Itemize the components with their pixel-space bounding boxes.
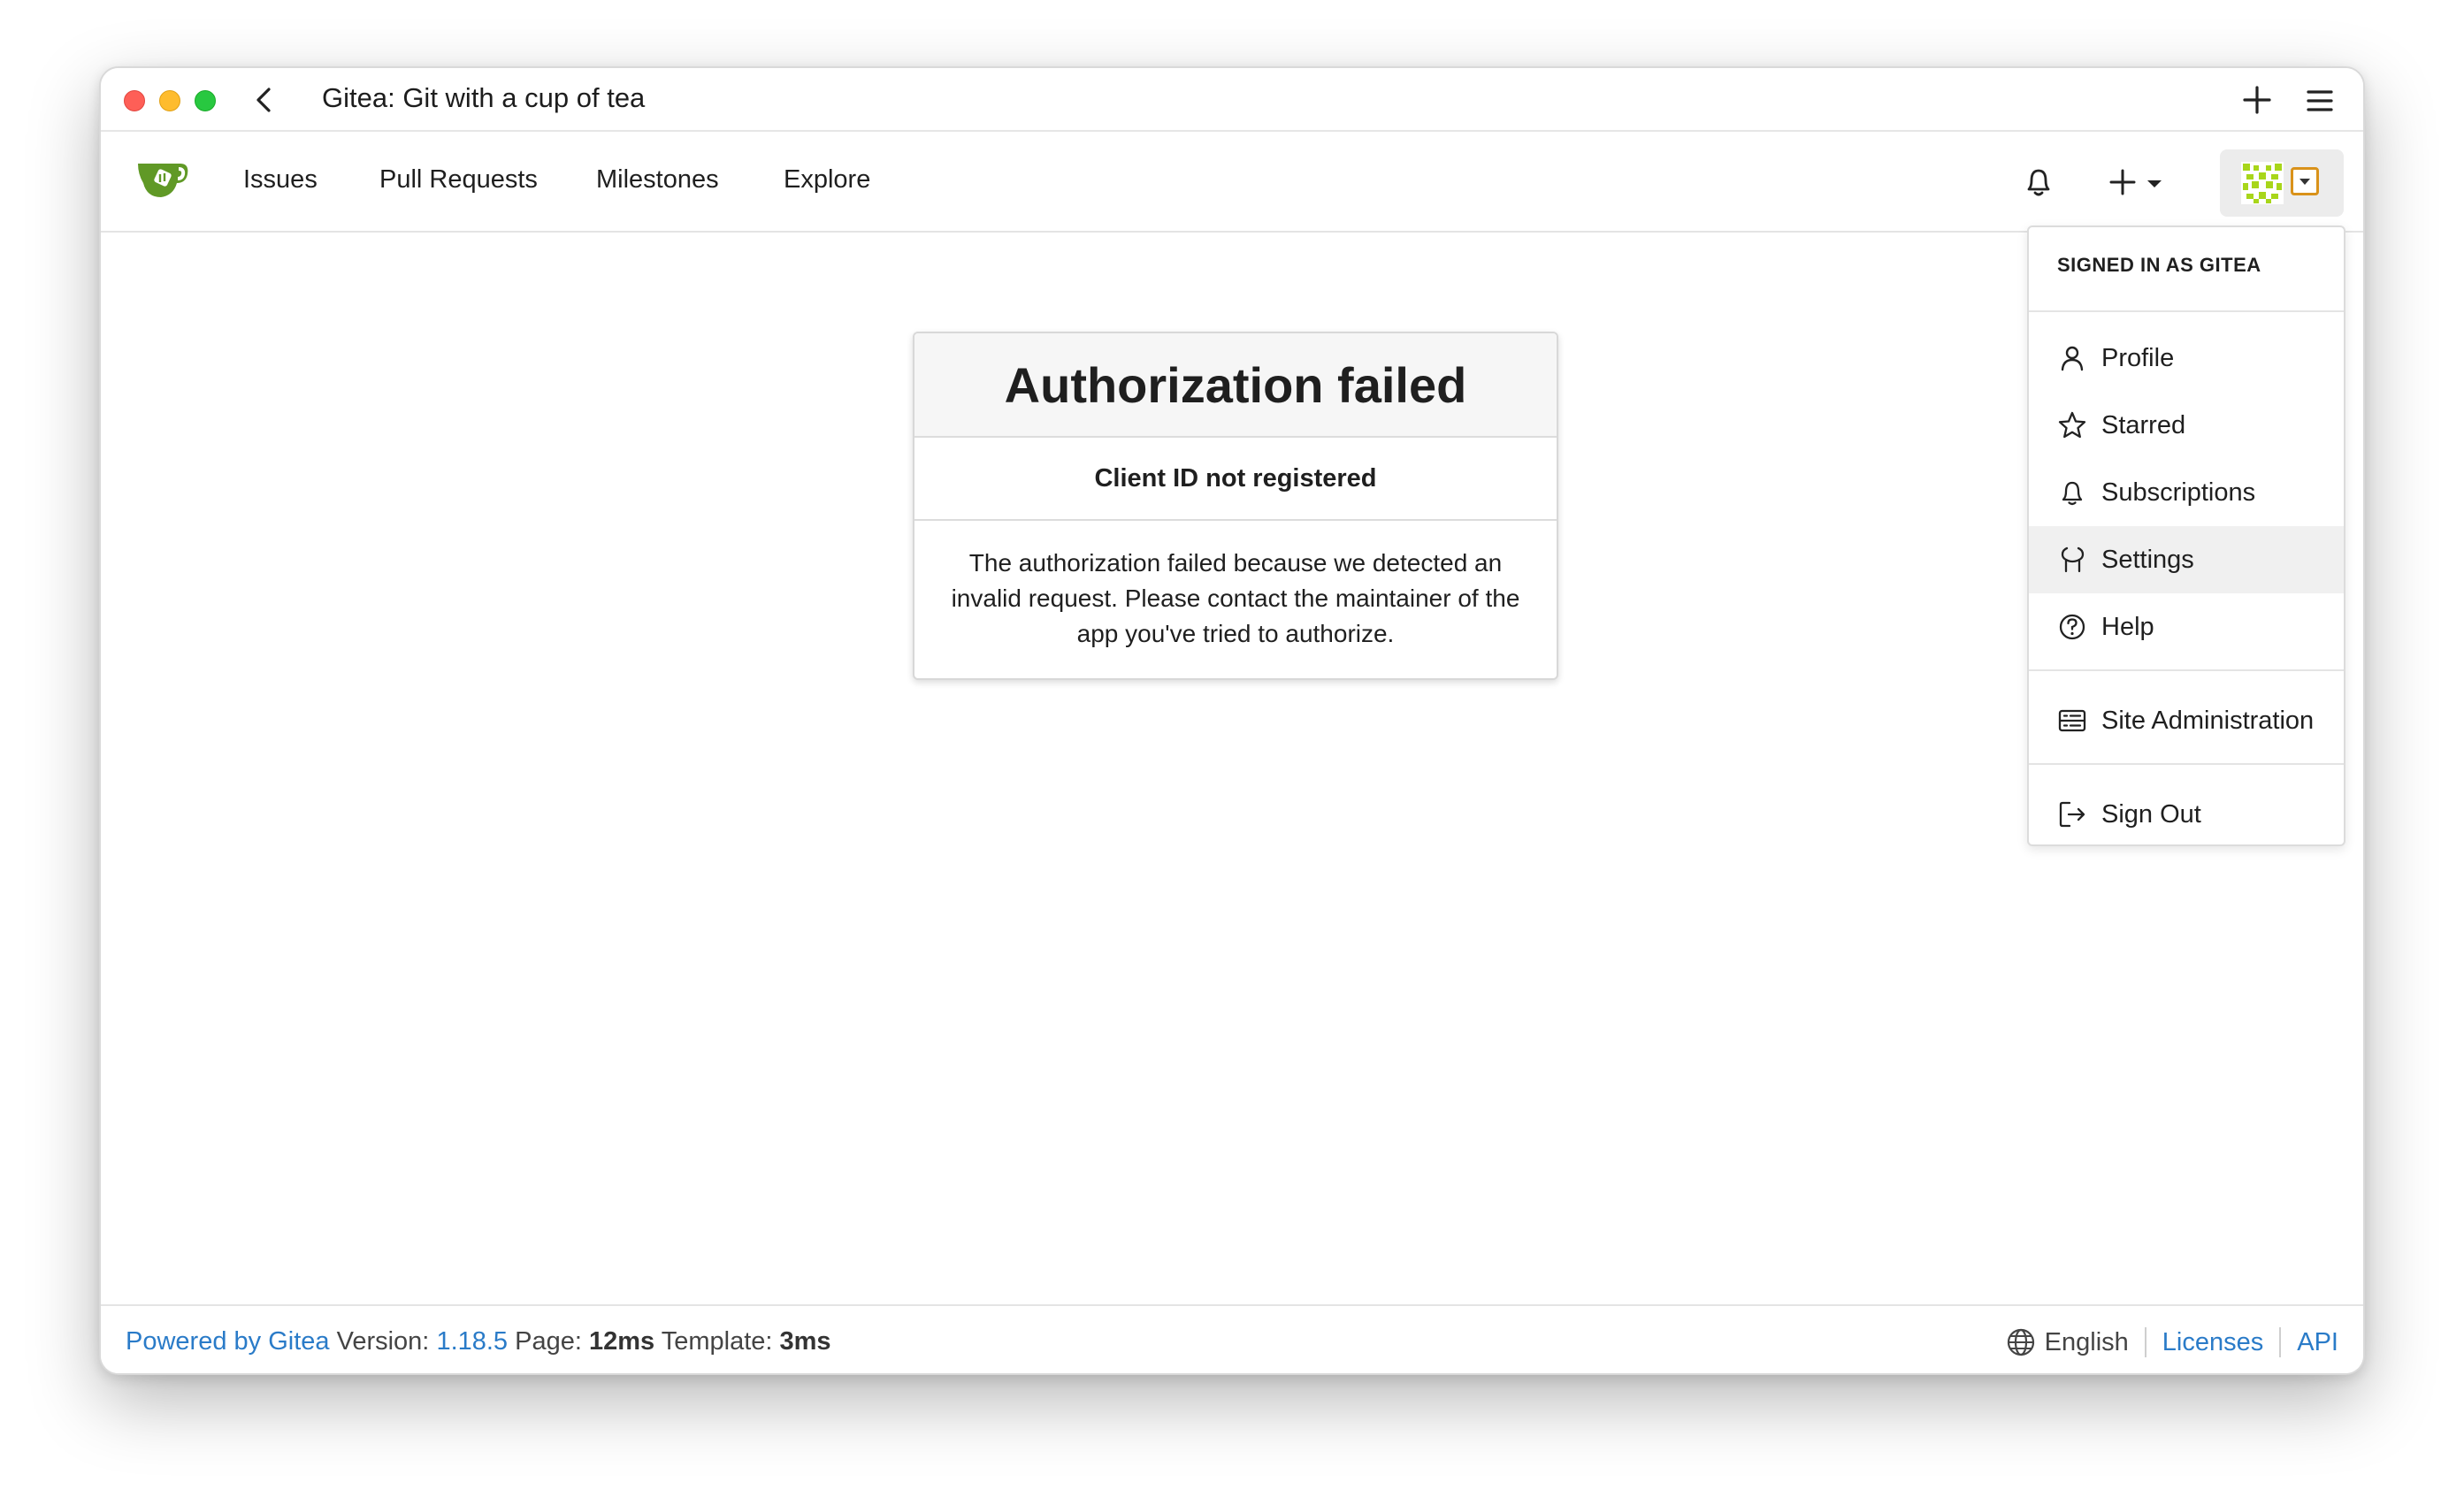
nav-issues[interactable]: Issues — [243, 165, 318, 195]
hamburger-menu-icon[interactable] — [2303, 84, 2337, 118]
menu-divider — [2029, 763, 2344, 765]
user-dropdown-menu: SIGNED IN AS GITEA Profile Starred Subsc… — [2027, 225, 2345, 846]
close-window-button[interactable] — [124, 90, 145, 111]
person-icon — [2061, 346, 2084, 371]
page-label: Page: — [515, 1327, 582, 1356]
menu-item-label: Sign Out — [2101, 799, 2201, 829]
notifications-bell-icon[interactable] — [2020, 163, 2057, 200]
version-label: Version: — [336, 1327, 430, 1356]
avatar-caret-icon[interactable] — [2291, 167, 2319, 195]
menu-divider — [2029, 669, 2344, 671]
back-arrow-icon[interactable] — [249, 84, 281, 116]
server-icon — [2058, 709, 2086, 732]
top-navbar: Issues Pull Requests Milestones Explore — [101, 132, 2363, 233]
menu-item-label: Profile — [2101, 343, 2175, 372]
user-avatar-identicon — [2241, 162, 2284, 204]
menu-item-help[interactable]: Help — [2029, 593, 2344, 661]
sign-out-icon — [2059, 801, 2085, 828]
footer-separator — [2144, 1327, 2146, 1357]
version-link[interactable]: 1.18.5 — [436, 1327, 508, 1356]
page-footer: Powered by Gitea Version: 1.18.5 Page: 1… — [101, 1304, 2363, 1373]
new-tab-plus-icon[interactable] — [2239, 82, 2275, 118]
star-icon — [2058, 411, 2086, 439]
user-menu-toggle[interactable] — [2220, 149, 2344, 217]
menu-item-label: Site Administration — [2101, 706, 2315, 735]
menu-item-label: Subscriptions — [2101, 477, 2256, 507]
window-title: Gitea: Git with a cup of tea — [322, 82, 646, 113]
menu-item-subscriptions[interactable]: Subscriptions — [2029, 459, 2344, 526]
menu-item-site-administration[interactable]: Site Administration — [2029, 687, 2344, 754]
bell-icon — [2062, 481, 2083, 506]
page-time: 12ms — [589, 1327, 655, 1356]
footer-links: English Licenses API — [2006, 1327, 2338, 1357]
error-message: The authorization failed because we dete… — [951, 549, 1520, 647]
menu-item-starred[interactable]: Starred — [2029, 392, 2344, 459]
browser-window: Gitea: Git with a cup of tea Issues Pull… — [99, 66, 2365, 1375]
question-icon — [2059, 614, 2085, 640]
nav-explore[interactable]: Explore — [784, 165, 870, 195]
nav-milestones[interactable]: Milestones — [596, 165, 719, 195]
create-new-dropdown-icon[interactable] — [2108, 165, 2179, 199]
menu-item-sign-out[interactable]: Sign Out — [2029, 781, 2344, 848]
menu-item-label: Starred — [2101, 410, 2186, 439]
api-link[interactable]: API — [2297, 1328, 2338, 1357]
nav-pull-requests[interactable]: Pull Requests — [379, 165, 538, 195]
licenses-link[interactable]: Licenses — [2162, 1328, 2263, 1357]
menu-item-label: Help — [2101, 612, 2154, 641]
gitea-logo-icon[interactable] — [134, 155, 191, 202]
tools-icon — [2061, 546, 2085, 573]
menu-item-settings[interactable]: Settings — [2029, 526, 2344, 593]
globe-icon — [2007, 1328, 2034, 1356]
menu-item-profile[interactable]: Profile — [2029, 325, 2344, 392]
footer-separator — [2279, 1327, 2282, 1357]
template-label: Template: — [661, 1327, 773, 1356]
footer-version-info: Powered by Gitea Version: 1.18.5 Page: 1… — [126, 1327, 831, 1356]
signed-in-header: SIGNED IN AS GITEA — [2029, 227, 2344, 312]
language-selector[interactable]: English — [2045, 1328, 2129, 1357]
title-bar: Gitea: Git with a cup of tea — [101, 68, 2363, 132]
template-time: 3ms — [779, 1327, 831, 1356]
error-heading: Authorization failed — [914, 333, 1557, 438]
maximize-window-button[interactable] — [195, 90, 216, 111]
powered-by-link[interactable]: Powered by Gitea — [126, 1327, 330, 1356]
authorization-error-card: Authorization failed Client ID not regis… — [913, 332, 1558, 680]
minimize-window-button[interactable] — [159, 90, 180, 111]
menu-item-label: Settings — [2101, 545, 2194, 574]
error-subheading: Client ID not registered — [914, 438, 1557, 521]
